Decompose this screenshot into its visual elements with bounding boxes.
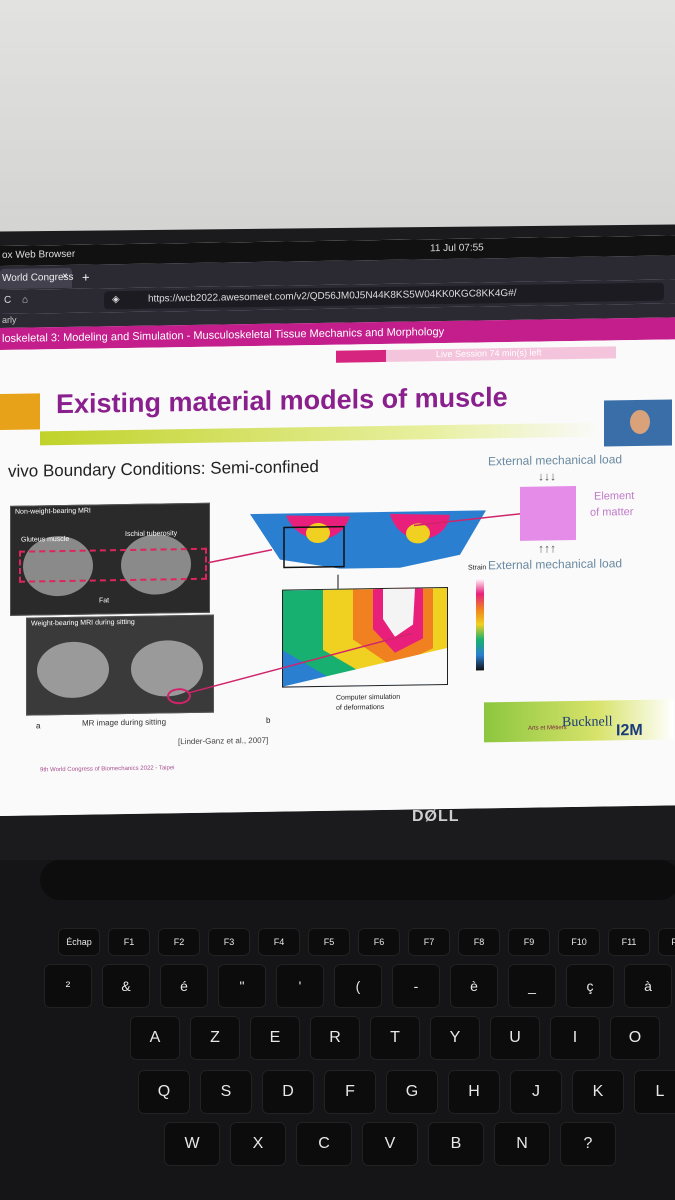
key-0[interactable]: ² <box>44 964 92 1008</box>
key-6[interactable]: - <box>392 964 440 1008</box>
key-5[interactable]: Y <box>430 1016 480 1060</box>
session-title: loskeletal 3: Modeling and Simulation - … <box>2 326 445 345</box>
external-load-bottom: External mechanical load <box>488 556 623 573</box>
keyboard-hinge <box>40 860 675 900</box>
element-label-1: Element <box>594 490 635 503</box>
key-5[interactable]: ( <box>334 964 382 1008</box>
key-0[interactable]: A <box>130 1016 180 1060</box>
key-7[interactable]: K <box>572 1070 624 1114</box>
key-1[interactable]: S <box>200 1070 252 1114</box>
key-9[interactable]: ç <box>566 964 614 1008</box>
key-1[interactable]: F1 <box>108 928 150 956</box>
system-clock: 11 Jul 07:55 <box>430 242 484 255</box>
key-6[interactable]: U <box>490 1016 540 1060</box>
arrows-down-icon: ↓↓↓ <box>538 469 556 484</box>
system-app-name: ox Web Browser <box>2 248 76 261</box>
home-icon[interactable]: ⌂ <box>22 295 28 306</box>
i2m-logo: I2M <box>616 721 643 740</box>
key-6[interactable]: ? <box>560 1122 616 1166</box>
key-8[interactable]: L <box>634 1070 675 1114</box>
key-0[interactable]: Q <box>138 1070 190 1114</box>
key-10[interactable]: à <box>624 964 672 1008</box>
key-4[interactable]: F4 <box>258 928 300 956</box>
wall-background <box>0 0 675 240</box>
key-12[interactable]: F12 <box>658 928 675 956</box>
key-2[interactable]: é <box>160 964 208 1008</box>
key-5[interactable]: H <box>448 1070 500 1114</box>
key-2[interactable]: D <box>262 1070 314 1114</box>
reload-icon[interactable]: C <box>4 295 11 306</box>
key-4[interactable]: T <box>370 1016 420 1060</box>
key-11[interactable]: F11 <box>608 928 650 956</box>
key-10[interactable]: F10 <box>558 928 600 956</box>
laptop-screen: ox Web Browser 11 Jul 07:55 World Congre… <box>0 235 675 817</box>
key-0[interactable]: Échap <box>58 928 100 956</box>
key-8[interactable]: O <box>610 1016 660 1060</box>
url-text: https://wcb2022.awesomeet.com/v2/QD56JM0… <box>148 287 517 305</box>
citation: [Linder-Ganz et al., 2007] <box>178 735 269 747</box>
key-4[interactable]: G <box>386 1070 438 1114</box>
key-7[interactable]: F7 <box>408 928 450 956</box>
key-4[interactable]: ' <box>276 964 324 1008</box>
close-icon[interactable]: × <box>62 271 68 282</box>
key-1[interactable]: X <box>230 1122 286 1166</box>
browser-tab[interactable]: World Congress × <box>0 267 74 289</box>
key-8[interactable]: _ <box>508 964 556 1008</box>
key-2[interactable]: C <box>296 1122 352 1166</box>
key-0[interactable]: W <box>164 1122 220 1166</box>
key-1[interactable]: & <box>102 964 150 1008</box>
element-label-2: of matter <box>590 506 634 519</box>
bookmark-item[interactable]: arly <box>2 315 17 325</box>
key-6[interactable]: F6 <box>358 928 400 956</box>
presentation-slide: Live Session 74 min(s) left Existing mat… <box>0 339 675 816</box>
panel-b-label: b <box>266 715 271 725</box>
key-1[interactable]: Z <box>190 1016 240 1060</box>
new-tab-icon[interactable]: + <box>82 270 90 285</box>
key-3[interactable]: F3 <box>208 928 250 956</box>
key-9[interactable]: F9 <box>508 928 550 956</box>
external-load-top: External mechanical load <box>488 452 623 469</box>
key-5[interactable]: N <box>494 1122 550 1166</box>
arts-logo: Arts et Métiers <box>528 725 567 732</box>
key-2[interactable]: F2 <box>158 928 200 956</box>
key-3[interactable]: V <box>362 1122 418 1166</box>
key-3[interactable]: " <box>218 964 266 1008</box>
key-5[interactable]: F5 <box>308 928 350 956</box>
key-8[interactable]: F8 <box>458 928 500 956</box>
key-2[interactable]: E <box>250 1016 300 1060</box>
key-4[interactable]: B <box>428 1122 484 1166</box>
bucknell-logo: Bucknell <box>562 714 613 731</box>
shield-icon: ◈ <box>112 294 120 306</box>
key-3[interactable]: F <box>324 1070 376 1114</box>
key-6[interactable]: J <box>510 1070 562 1114</box>
keyboard: Échap F1 F2 F3 F4 F5 F6 F7 F8 F9 F10 F11 F12 ²&é"'(-è… <box>0 860 675 1200</box>
sim-caption-2: of deformations <box>336 703 385 712</box>
element-of-matter-box <box>520 485 576 541</box>
sponsor-logos: Arts et Métiers Bucknell I2M <box>484 699 674 743</box>
key-3[interactable]: R <box>310 1016 360 1060</box>
key-7[interactable]: I <box>550 1016 600 1060</box>
dell-logo: DØLL <box>412 808 460 825</box>
arrows-up-icon: ↑↑↑ <box>538 541 556 556</box>
connector-arrows <box>187 513 521 694</box>
sim-caption-1: Computer simulation <box>336 693 401 702</box>
key-7[interactable]: è <box>450 964 498 1008</box>
